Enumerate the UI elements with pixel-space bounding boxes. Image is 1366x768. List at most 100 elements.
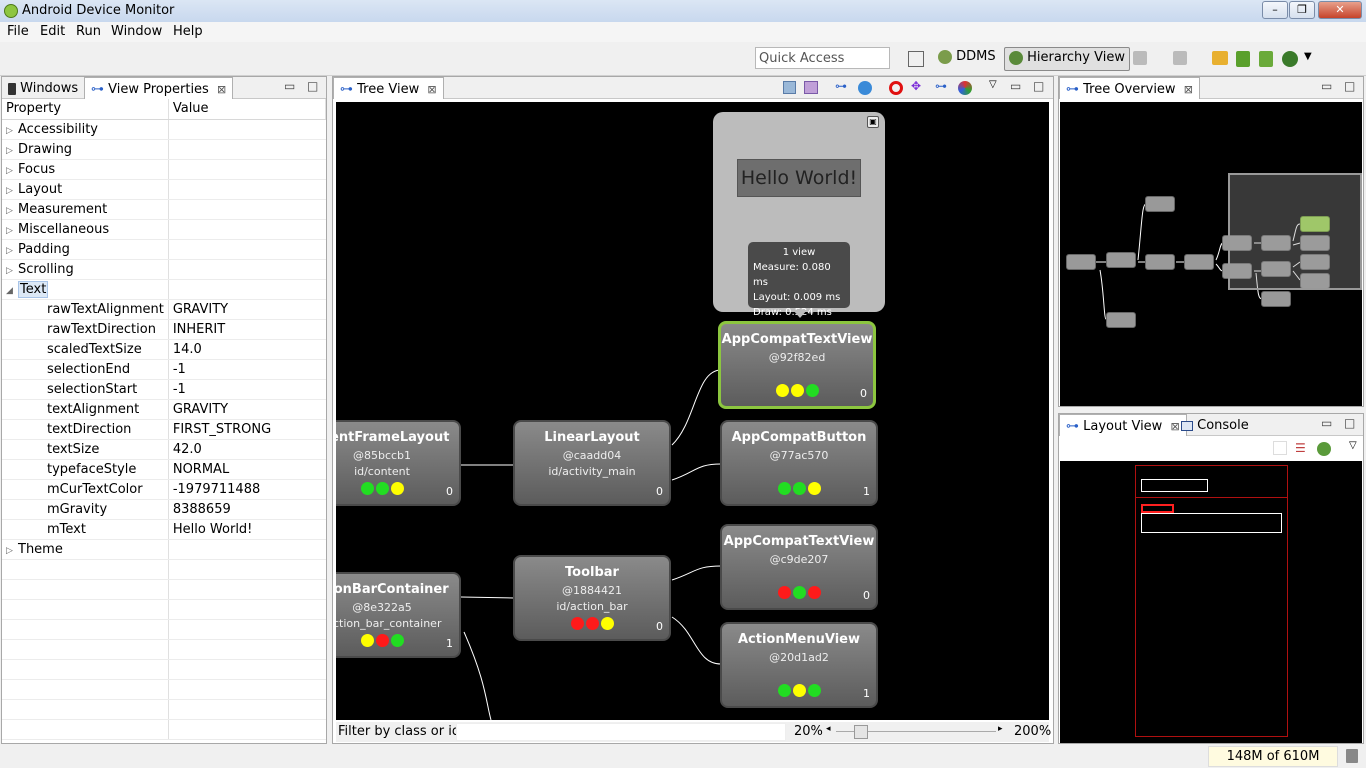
menu-file[interactable]: File [7,24,29,39]
property-row[interactable]: textSize 42.0 [2,439,326,460]
menu-window[interactable]: Window [111,24,162,39]
save-icon[interactable] [1133,51,1147,65]
view-menu-icon[interactable]: ▽ [989,79,997,90]
property-row[interactable]: rawTextDirection INHERIT [2,319,326,340]
collapse-icon[interactable]: ◢ [6,286,18,296]
category-row[interactable]: ▷ Theme [2,539,326,560]
dropdown-arrow-icon[interactable]: ▼ [1304,51,1312,62]
overview-canvas[interactable] [1060,102,1362,406]
maximize-button[interactable]: ❐ [1289,1,1315,19]
slider-thumb[interactable] [853,725,868,739]
tab-tree-overview[interactable]: ⊶ Tree Overview ⊠ [1059,77,1200,99]
debug-icon[interactable] [1282,51,1298,67]
category-row[interactable]: ▷ Focus [2,159,326,180]
close-tab-icon[interactable]: ⊠ [1184,83,1193,96]
maximize-view-icon[interactable]: □ [1033,79,1044,93]
close-tab-icon[interactable]: ⊠ [427,83,436,96]
expand-icon[interactable]: ▷ [6,546,18,556]
filter-input[interactable] [456,723,786,741]
expand-icon[interactable]: ▷ [6,226,18,236]
property-row[interactable]: typefaceStyle NORMAL [2,459,326,480]
download-icon[interactable] [1236,51,1250,67]
hierarchy-view-perspective-button[interactable]: Hierarchy View [1004,47,1130,71]
display-view-icon[interactable] [858,81,872,95]
tab-view-properties[interactable]: ⊶ View Properties ⊠ [84,77,234,99]
expand-icon[interactable]: ▷ [6,246,18,256]
property-row[interactable]: textAlignment GRAVITY [2,399,326,420]
property-row[interactable]: textDirection FIRST_STRONG [2,419,326,440]
category-row[interactable]: ▷ Accessibility [2,119,326,140]
profile-nodes-icon[interactable] [958,81,972,95]
menu-help[interactable]: Help [173,24,203,39]
property-row[interactable]: scaledTextSize 14.0 [2,339,326,360]
slider-left-arrow-icon[interactable]: ◂ [826,724,831,734]
tab-layout-view[interactable]: ⊶ Layout View ⊠ [1059,414,1187,436]
ddms-perspective-button[interactable]: DDMS [934,47,1000,71]
tree-node-content-frame-layout[interactable]: ntentFrameLayout @85bccb1 id/content 0 [336,420,461,506]
tree-node-action-bar-container[interactable]: ctionBarContainer @8e322a5 /action_bar_c… [336,572,461,658]
tree-node-action-menu-view[interactable]: ActionMenuView @20d1ad2 1 [720,622,878,708]
load-view-icon[interactable]: ⊶ [835,79,847,93]
category-row-text[interactable]: ◢ Text [2,279,326,300]
slider-right-arrow-icon[interactable]: ▸ [998,724,1003,734]
property-row[interactable]: mGravity 8388659 [2,499,326,520]
show-extras-icon[interactable]: ☰ [1295,441,1306,455]
close-preview-icon[interactable]: ▣ [867,116,879,128]
view-menu-icon[interactable]: ▽ [1349,440,1357,451]
invalidate-icon[interactable] [889,81,903,95]
open-perspective-icon[interactable] [908,51,924,67]
minimize-view-icon[interactable]: ▭ [284,79,295,93]
expand-icon[interactable]: ▷ [6,126,18,136]
minimize-view-icon[interactable]: ▭ [1321,416,1332,430]
quick-access-input[interactable]: Quick Access [755,47,890,69]
maximize-view-icon[interactable]: □ [1344,416,1355,430]
minimize-button[interactable]: – [1262,1,1288,19]
layout-canvas[interactable] [1060,461,1362,743]
property-row[interactable]: selectionStart -1 [2,379,326,400]
minimize-view-icon[interactable]: ▭ [1010,79,1021,93]
load-icon[interactable] [1212,51,1228,65]
overview-viewport[interactable] [1228,173,1362,290]
expand-icon[interactable]: ▷ [6,206,18,216]
tree-node-app-compat-button[interactable]: AppCompatButton @77ac570 1 [720,420,878,506]
property-row[interactable]: mCurTextColor -1979711488 [2,479,326,500]
category-row[interactable]: ▷ Miscellaneous [2,219,326,240]
category-row[interactable]: ▷ Scrolling [2,259,326,280]
tree-canvas[interactable]: ▣ Hello World! 1 view Measure: 0.080 ms … [336,102,1049,720]
category-row[interactable]: ▷ Layout [2,179,326,200]
expand-icon[interactable]: ▷ [6,186,18,196]
dump-icon[interactable]: ⊶ [935,79,947,93]
category-row[interactable]: ▷ Drawing [2,139,326,160]
minimize-view-icon[interactable]: ▭ [1321,79,1332,93]
category-row[interactable]: ▷ Measurement [2,199,326,220]
close-tab-icon[interactable]: ⊠ [217,83,226,96]
menu-run[interactable]: Run [76,24,101,39]
property-row[interactable]: selectionEnd -1 [2,359,326,380]
close-button[interactable]: ✕ [1318,1,1362,19]
property-row[interactable]: mText Hello World! [2,519,326,540]
trash-icon[interactable] [1346,749,1358,763]
white-bg-icon[interactable] [1273,441,1287,455]
maximize-view-icon[interactable]: □ [307,79,318,93]
device-icon[interactable] [1259,51,1273,67]
load-all-views-icon[interactable] [1317,442,1331,456]
menu-edit[interactable]: Edit [40,24,65,39]
tree-node-toolbar[interactable]: Toolbar @1884421 id/action_bar 0 [513,555,671,641]
maximize-view-icon[interactable]: □ [1344,79,1355,93]
refresh-icon[interactable] [1173,51,1187,65]
tab-console[interactable]: Console [1175,414,1255,436]
save-png-icon[interactable] [783,81,796,94]
expand-icon[interactable]: ▷ [6,146,18,156]
request-layout-icon[interactable]: ✥ [911,79,921,93]
property-row[interactable]: rawTextAlignment GRAVITY [2,299,326,320]
capture-layers-icon[interactable] [804,81,818,94]
tab-tree-view[interactable]: ⊶ Tree View ⊠ [333,77,444,99]
expand-icon[interactable]: ▷ [6,266,18,276]
expand-icon[interactable]: ▷ [6,166,18,176]
tree-node-app-compat-text-view-selected[interactable]: AppCompatTextView @92f82ed 0 [718,321,876,409]
category-row[interactable]: ▷ Padding [2,239,326,260]
tree-node-linear-layout[interactable]: LinearLayout @caadd04 id/activity_main 0 [513,420,671,506]
tab-windows[interactable]: Windows [2,77,84,99]
zoom-slider[interactable]: ◂ ▸ [826,724,1006,739]
tree-node-app-compat-text-view[interactable]: AppCompatTextView @c9de207 0 [720,524,878,610]
